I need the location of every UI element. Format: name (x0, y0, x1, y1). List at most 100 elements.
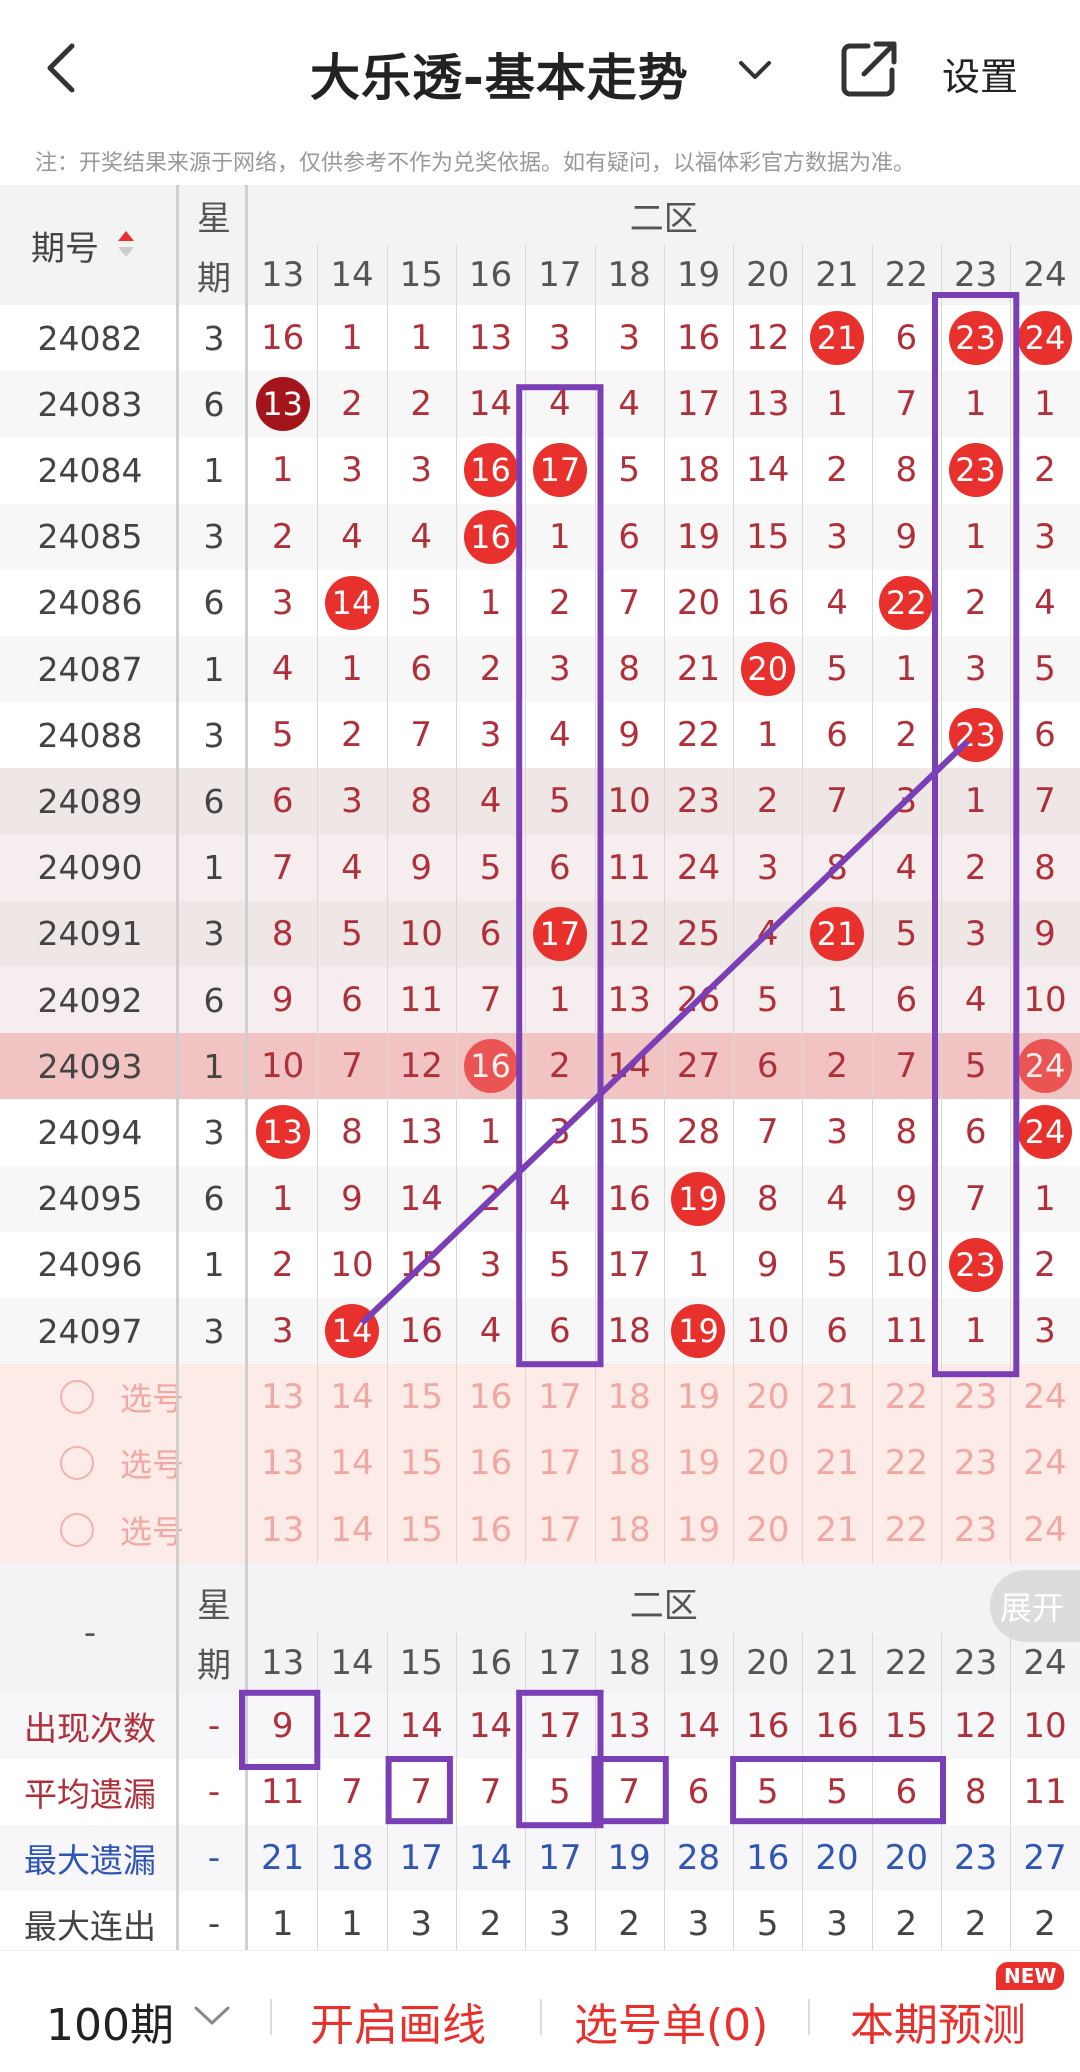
pick-number[interactable]: 21 (802, 1430, 871, 1496)
pick-number[interactable]: 18 (595, 1364, 664, 1430)
pick-number[interactable]: 24 (1010, 1497, 1079, 1563)
drawn-number-ball: 20 (740, 642, 795, 697)
pick-number[interactable]: 16 (456, 1364, 525, 1430)
pick-number[interactable]: 18 (595, 1497, 664, 1563)
pick-number[interactable]: 23 (941, 1430, 1010, 1496)
number-cell: 13 (746, 384, 790, 425)
column-header: 13 (261, 1642, 305, 1683)
pick-number[interactable]: 19 (664, 1364, 733, 1430)
page-title[interactable]: 大乐透-基本走势 (310, 38, 689, 107)
pick-number[interactable]: 15 (387, 1364, 456, 1430)
pick-number[interactable]: 22 (872, 1497, 941, 1563)
pick-number[interactable]: 23 (941, 1364, 1010, 1430)
sort-up-icon[interactable] (118, 231, 134, 241)
number-cell: 3 (271, 582, 294, 623)
number-cell: 25 (676, 913, 721, 954)
pick-number[interactable]: 24 (1010, 1430, 1079, 1496)
pick-number[interactable]: 17 (525, 1364, 594, 1430)
stats-value: 23 (954, 1838, 998, 1879)
app-root: 大乐透-基本走势 设置 注：开奖结果来源于网络，仅供参考不作为兑奖依据。如有疑问… (0, 0, 1080, 2072)
chevron-down-icon[interactable] (735, 55, 775, 85)
pick-number[interactable]: 13 (248, 1497, 317, 1563)
period-header[interactable]: 期号 (0, 185, 130, 305)
pick-number[interactable]: 24 (1010, 1364, 1079, 1430)
pick-number[interactable]: 21 (802, 1364, 871, 1430)
number-cell: 14 (607, 1046, 651, 1087)
settings-button[interactable]: 设置 (942, 46, 1018, 101)
number-cell: 16 (676, 318, 721, 359)
pick-label[interactable]: 选号 (112, 1430, 192, 1496)
share-icon[interactable] (838, 38, 900, 100)
pick-number[interactable]: 17 (525, 1497, 594, 1563)
pick-number[interactable]: 22 (872, 1430, 941, 1496)
number-cell: 24 (1010, 1033, 1079, 1099)
pick-number[interactable]: 16 (456, 1430, 525, 1496)
number-cell: 2 (549, 1046, 571, 1087)
expand-button[interactable]: 展开 (990, 1570, 1080, 1642)
column-header: 18 (607, 1642, 651, 1683)
number-cell: 1 (479, 582, 502, 623)
drawn-number-ball: 16 (463, 443, 518, 498)
week-header-top: 星 (197, 1586, 231, 1627)
pick-number[interactable]: 19 (664, 1430, 733, 1496)
number-cell: 16 (456, 504, 525, 570)
pick-number[interactable]: 14 (317, 1430, 386, 1496)
pick-number[interactable]: 13 (248, 1364, 317, 1430)
drawn-number-ball: 23 (948, 443, 1003, 498)
number-cell: 1 (271, 450, 294, 491)
number-cell: 2 (271, 516, 294, 557)
radio-circle-icon[interactable] (60, 1380, 94, 1415)
pick-number[interactable]: 20 (733, 1430, 802, 1496)
stats-value: 11 (261, 1772, 305, 1813)
number-cell: 3 (618, 318, 640, 359)
stats-value: 17 (538, 1705, 582, 1746)
column-header: 16 (468, 255, 513, 295)
pick-number[interactable]: 17 (525, 1430, 594, 1496)
pick-number[interactable]: 16 (456, 1497, 525, 1563)
number-cell: 23 (941, 305, 1010, 371)
pick-number[interactable]: 13 (248, 1430, 317, 1496)
prediction-button[interactable]: 本期预测 (850, 1989, 1026, 2053)
column-header: 23 (954, 1642, 998, 1683)
draw-line-button[interactable]: 开启画线 (310, 1989, 486, 2053)
pick-number[interactable]: 15 (387, 1430, 456, 1496)
number-cell: 7 (826, 781, 848, 822)
pick-number[interactable]: 14 (317, 1364, 386, 1430)
drawn-number-ball: 21 (810, 311, 865, 366)
number-cell: 10 (261, 1046, 305, 1087)
number-cell: 3 (1034, 1311, 1056, 1352)
number-cell: 3 (549, 1112, 571, 1153)
back-icon[interactable] (38, 38, 88, 98)
number-cell: 9 (410, 847, 433, 888)
selection-list-button[interactable]: 选号单(0) (574, 1989, 768, 2053)
number-cell: 18 (676, 450, 721, 491)
period-number: 24097 (37, 1311, 143, 1351)
pick-label[interactable]: 选号 (112, 1364, 192, 1430)
period-number: 24086 (37, 583, 143, 623)
period-number: 24096 (37, 1245, 143, 1285)
number-cell: 5 (826, 1244, 848, 1285)
zone-label: 二区 (629, 1586, 698, 1627)
number-cell: 7 (1034, 781, 1056, 822)
number-cell: 15 (607, 1112, 651, 1153)
pick-number[interactable]: 22 (872, 1364, 941, 1430)
period-select[interactable]: 100期 (46, 1989, 174, 2053)
pick-label[interactable]: 选号 (112, 1497, 192, 1563)
radio-circle-icon[interactable] (60, 1512, 94, 1547)
number-cell: 20 (733, 636, 802, 702)
pick-number[interactable]: 19 (664, 1497, 733, 1563)
column-divider (1010, 245, 1012, 1563)
sort-down-icon[interactable] (118, 247, 134, 257)
stats-week-cell: - (207, 1772, 221, 1813)
number-cell: 1 (964, 1311, 987, 1352)
pick-number[interactable]: 18 (595, 1430, 664, 1496)
pick-number[interactable]: 23 (941, 1497, 1010, 1563)
stats-value: 6 (895, 1772, 918, 1813)
pick-number[interactable]: 21 (802, 1497, 871, 1563)
pick-number[interactable]: 15 (387, 1497, 456, 1563)
chevron-down-icon[interactable] (192, 2003, 232, 2033)
pick-number[interactable]: 20 (733, 1497, 802, 1563)
stats-value: 21 (261, 1838, 305, 1879)
pick-number[interactable]: 14 (317, 1497, 386, 1563)
pick-number[interactable]: 20 (733, 1364, 802, 1430)
